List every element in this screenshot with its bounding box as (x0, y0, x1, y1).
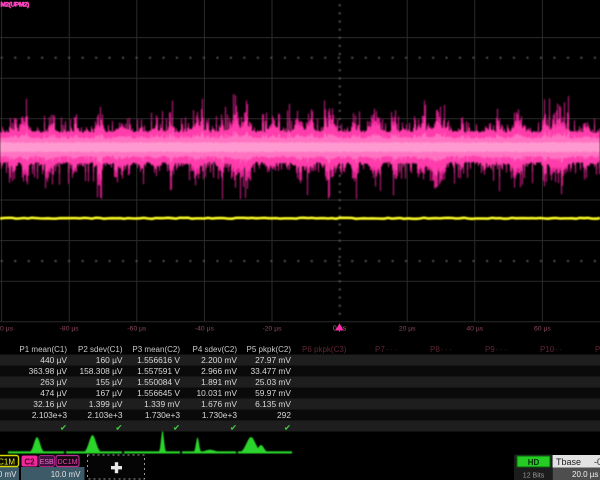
svg-text:DC1M: DC1M (58, 459, 78, 466)
svg-text:10.031 mV: 10.031 mV (196, 388, 237, 398)
svg-text:P5 pkpk(C2): P5 pkpk(C2) (247, 345, 292, 354)
svg-text:2.966 mV: 2.966 mV (201, 366, 237, 376)
svg-text:20.0 µs: 20.0 µs (572, 470, 598, 479)
svg-text:12 Bits: 12 Bits (523, 473, 545, 480)
svg-text:P1 mean(C1): P1 mean(C1) (19, 345, 67, 354)
svg-text:167 µV: 167 µV (96, 388, 123, 398)
svg-text:P2 sdev(C1): P2 sdev(C1) (78, 345, 123, 354)
svg-text:-100 µs: -100 µs (0, 326, 14, 333)
svg-text:-0: -0 (594, 457, 600, 467)
svg-text:✔: ✔ (284, 423, 291, 433)
svg-text:P4 sdev(C2): P4 sdev(C2) (193, 345, 238, 354)
svg-text:1.399 µV: 1.399 µV (89, 399, 123, 409)
svg-text:P7: P7 (375, 345, 385, 354)
svg-text:C2: C2 (24, 458, 35, 467)
svg-text:440 µV: 440 µV (40, 355, 67, 365)
svg-text:1.339 mV: 1.339 mV (144, 399, 180, 409)
svg-text:263 µV: 263 µV (40, 377, 67, 387)
svg-text:P6 pkpk(C3): P6 pkpk(C3) (302, 345, 347, 354)
svg-text:10.0 mV: 10.0 mV (51, 470, 81, 479)
svg-text:P9: P9 (485, 345, 495, 354)
svg-text:2.103e+3: 2.103e+3 (32, 410, 68, 420)
svg-text:P1: P1 (595, 345, 600, 354)
svg-text:474 µV: 474 µV (40, 388, 67, 398)
svg-text:160 µV: 160 µV (96, 355, 123, 365)
svg-text:Tbase: Tbase (556, 457, 581, 467)
svg-text:40 µs: 40 µs (466, 326, 483, 333)
svg-text:363.98 µV: 363.98 µV (29, 366, 68, 376)
svg-text:6.135 mV: 6.135 mV (255, 399, 291, 409)
svg-text:2.200 mV: 2.200 mV (201, 355, 237, 365)
svg-text:✔: ✔ (173, 423, 180, 433)
svg-text:- - -: - - - (496, 347, 508, 354)
svg-text:- - -: - - - (441, 347, 453, 354)
svg-text:1.556645 V: 1.556645 V (137, 388, 180, 398)
svg-text:- - -: - - - (551, 347, 563, 354)
svg-text:-20 µs: -20 µs (262, 326, 282, 333)
svg-text:20 µs: 20 µs (399, 326, 416, 333)
svg-text:59.97 mV: 59.97 mV (255, 388, 291, 398)
svg-text:27.97 mV: 27.97 mV (255, 355, 291, 365)
svg-text:1.557591 V: 1.557591 V (137, 366, 180, 376)
svg-text:2.103e+3: 2.103e+3 (87, 410, 123, 420)
svg-text:DC1M: DC1M (0, 458, 15, 467)
svg-text:✔: ✔ (60, 423, 67, 433)
svg-text:P8: P8 (430, 345, 440, 354)
svg-text:ESB: ESB (40, 459, 54, 466)
svg-text:-60 µs: -60 µs (127, 326, 147, 333)
svg-text:25.03 mV: 25.03 mV (255, 377, 291, 387)
svg-text:1.550084 V: 1.550084 V (137, 377, 180, 387)
svg-text:-80 µs: -80 µs (60, 326, 80, 333)
svg-text:158.308 µV: 158.308 µV (79, 366, 122, 376)
svg-text:1.556616 V: 1.556616 V (137, 355, 180, 365)
svg-text:32.16 µV: 32.16 µV (33, 399, 67, 409)
svg-text:33.477 mV: 33.477 mV (250, 366, 291, 376)
svg-text:60 µs: 60 µs (534, 326, 551, 333)
svg-text:50.0 mV: 50.0 mV (0, 470, 17, 479)
svg-text:1.891 mV: 1.891 mV (201, 377, 237, 387)
svg-text:M2(UPM2): M2(UPM2) (1, 1, 30, 8)
svg-text:292: 292 (277, 410, 291, 420)
svg-text:✔: ✔ (115, 423, 122, 433)
svg-text:1.676 mV: 1.676 mV (201, 399, 237, 409)
svg-text:- - -: - - - (386, 347, 398, 354)
svg-text:1.730e+3: 1.730e+3 (145, 410, 181, 420)
svg-text:HD: HD (528, 458, 540, 467)
svg-text:1.730e+3: 1.730e+3 (202, 410, 238, 420)
svg-text:155 µV: 155 µV (96, 377, 123, 387)
svg-text:-40 µs: -40 µs (195, 326, 215, 333)
svg-text:✔: ✔ (230, 423, 237, 433)
svg-text:P3 mean(C2): P3 mean(C2) (132, 345, 180, 354)
